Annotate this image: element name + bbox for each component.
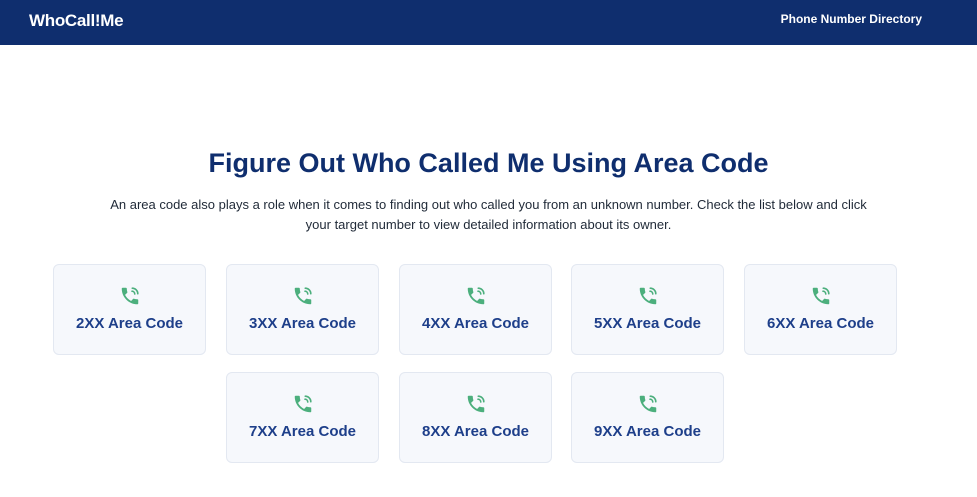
area-code-label: 6XX Area Code [767,315,874,332]
phone-ringing-icon [467,287,485,305]
area-code-label: 8XX Area Code [422,423,529,440]
top-nav-bar: WhoCall!Me Phone Number Directory [0,0,977,45]
area-code-label: 9XX Area Code [594,423,701,440]
site-logo[interactable]: WhoCall!Me [29,11,124,31]
area-code-label: 2XX Area Code [76,315,183,332]
phone-ringing-icon [639,287,657,305]
phone-ringing-icon [121,287,139,305]
area-code-card-8xx[interactable]: 8XX Area Code [399,372,552,463]
phone-ringing-icon [294,395,312,413]
area-code-card-2xx[interactable]: 2XX Area Code [53,264,206,355]
phone-ringing-icon [467,395,485,413]
page-description: An area code also plays a role when it c… [110,197,867,232]
phone-ringing-icon [639,395,657,413]
area-code-label: 5XX Area Code [594,315,701,332]
phone-ringing-icon [294,287,312,305]
area-code-label: 7XX Area Code [249,423,356,440]
area-code-label: 4XX Area Code [422,315,529,332]
area-code-card-9xx[interactable]: 9XX Area Code [571,372,724,463]
area-code-card-3xx[interactable]: 3XX Area Code [226,264,379,355]
area-code-card-5xx[interactable]: 5XX Area Code [571,264,724,355]
area-code-card-7xx[interactable]: 7XX Area Code [226,372,379,463]
area-code-label: 3XX Area Code [249,315,356,332]
area-code-card-6xx[interactable]: 6XX Area Code [744,264,897,355]
phone-number-directory-link[interactable]: Phone Number Directory [781,12,922,26]
phone-ringing-icon [812,287,830,305]
page-title: Figure Out Who Called Me Using Area Code [208,148,769,178]
area-code-card-4xx[interactable]: 4XX Area Code [399,264,552,355]
